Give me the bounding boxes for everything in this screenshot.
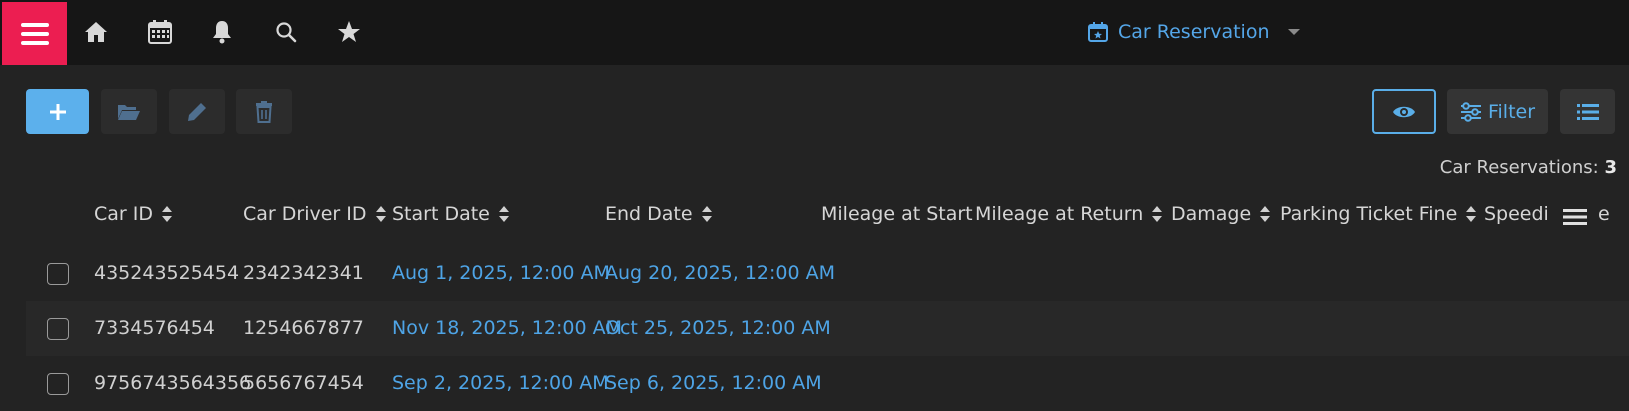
table-row[interactable]: 9756743564356 5656767454 Sep 2, 2025, 12… (26, 356, 1629, 411)
cell-car-id: 435243525454 (94, 262, 240, 284)
calendar-icon (148, 20, 172, 44)
column-header-label: Car ID (94, 203, 153, 225)
view-button[interactable] (1372, 89, 1436, 134)
filter-sliders-icon (1460, 101, 1481, 122)
column-header-speeding[interactable]: Speedi (1484, 203, 1548, 225)
column-header-end-date[interactable]: End Date (605, 203, 713, 225)
star-icon (338, 21, 360, 42)
filter-label: Filter (1487, 100, 1536, 123)
calendar-button[interactable] (146, 18, 174, 46)
plus-icon (49, 103, 66, 120)
add-button[interactable] (26, 89, 89, 134)
edit-button[interactable] (169, 89, 225, 134)
column-header-car-driver-id[interactable]: Car Driver ID (243, 203, 387, 225)
column-header-mileage-at-return[interactable]: Mileage at Return (975, 203, 1163, 225)
column-header-label: Damage (1171, 203, 1252, 225)
sort-icon (162, 206, 172, 222)
column-menu-button[interactable] (1563, 207, 1587, 227)
column-header-car-id[interactable]: Car ID (94, 203, 173, 225)
filter-button[interactable]: Filter (1447, 89, 1548, 134)
top-bar: Car Reservation (0, 0, 1629, 65)
cell-car-id: 7334576454 (94, 317, 215, 339)
column-header-damage[interactable]: Damage (1171, 203, 1271, 225)
row-checkbox[interactable] (47, 263, 69, 285)
app-title: Car Reservation (1118, 21, 1270, 43)
cell-start-date[interactable]: Sep 2, 2025, 12:00 AM (392, 356, 609, 411)
bell-icon (213, 21, 231, 44)
home-button[interactable] (82, 18, 110, 46)
sort-icon (1466, 206, 1477, 222)
menu-button[interactable] (2, 2, 67, 65)
calendar-star-icon (1088, 22, 1108, 42)
sort-icon (1260, 206, 1271, 222)
column-header-label: Speedi (1484, 203, 1548, 225)
cell-end-date[interactable]: Oct 25, 2025, 12:00 AM (605, 301, 831, 356)
column-header-label: Mileage at Return (975, 203, 1144, 225)
column-header-truncated[interactable]: e (1598, 203, 1610, 225)
sort-icon (701, 206, 712, 222)
column-header-label: Parking Ticket Fine (1280, 203, 1458, 225)
menu-icon (20, 22, 49, 45)
cell-car-id: 9756743564356 (94, 372, 252, 394)
list-view-button[interactable] (1560, 89, 1615, 134)
column-header-label: Car Driver ID (243, 203, 367, 225)
column-header-parking-ticket-fine[interactable]: Parking Ticket Fine (1280, 203, 1477, 225)
table-row[interactable]: 7334576454 1254667877 Nov 18, 2025, 12:0… (26, 301, 1629, 356)
cell-car-driver-id: 2342342341 (243, 262, 364, 284)
cell-end-date[interactable]: Aug 20, 2025, 12:00 AM (605, 246, 835, 301)
cell-start-date[interactable]: Aug 1, 2025, 12:00 AM (392, 246, 610, 301)
record-count: Car Reservations: 3 (1440, 157, 1617, 178)
cell-car-driver-id: 5656767454 (243, 372, 364, 394)
column-header-label: Mileage at Start (821, 203, 973, 225)
home-icon (85, 22, 107, 42)
trash-icon (256, 100, 272, 123)
folder-open-icon (118, 104, 140, 120)
record-count-value: 3 (1604, 157, 1617, 178)
cell-start-date[interactable]: Nov 18, 2025, 12:00 AM (392, 301, 622, 356)
chevron-down-icon (1288, 29, 1301, 35)
column-header-label: Start Date (392, 203, 490, 225)
pencil-icon (188, 102, 206, 121)
notifications-button[interactable] (208, 18, 236, 46)
cell-end-date[interactable]: Sep 6, 2025, 12:00 AM (605, 356, 822, 411)
row-checkbox[interactable] (47, 318, 69, 340)
sort-icon (1152, 206, 1163, 222)
column-header-label: End Date (605, 203, 693, 225)
open-button[interactable] (101, 89, 157, 134)
column-header-label: e (1598, 203, 1610, 225)
sort-icon (375, 206, 386, 222)
cell-car-driver-id: 1254667877 (243, 317, 364, 339)
column-menu-icon (1563, 209, 1587, 225)
row-checkbox[interactable] (47, 373, 69, 395)
sort-icon (498, 206, 509, 222)
record-count-label: Car Reservations: (1439, 157, 1599, 178)
search-button[interactable] (272, 18, 300, 46)
app-switcher[interactable]: Car Reservation (1088, 16, 1301, 48)
eye-icon (1393, 106, 1415, 117)
delete-button[interactable] (236, 89, 292, 134)
column-header-start-date[interactable]: Start Date (392, 203, 510, 225)
search-icon (276, 22, 297, 43)
column-header-mileage-at-start[interactable]: Mileage at Start (821, 203, 973, 225)
table-row[interactable]: 435243525454 2342342341 Aug 1, 2025, 12:… (26, 246, 1629, 301)
favorites-button[interactable] (335, 18, 363, 46)
list-icon (1576, 103, 1599, 120)
